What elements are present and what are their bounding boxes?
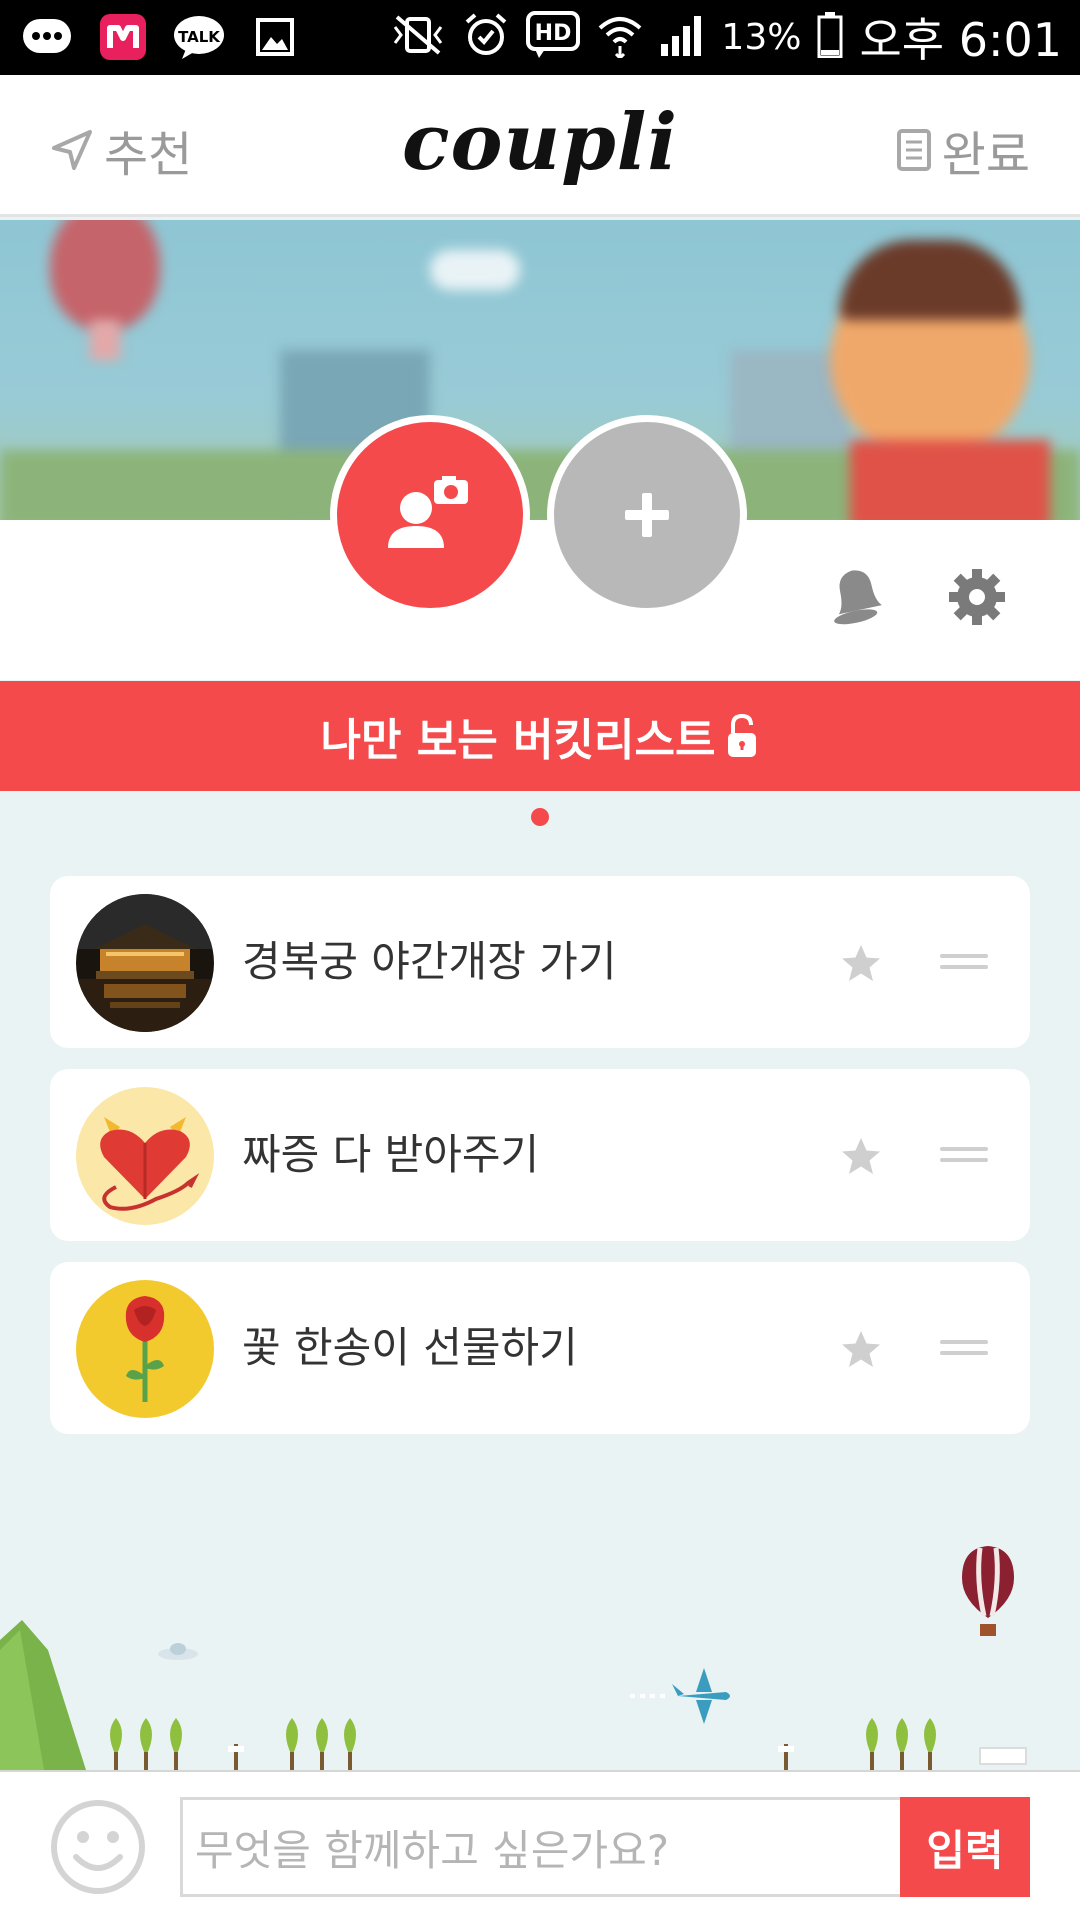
vibrate-mute-icon [389, 13, 447, 61]
star-icon[interactable] [840, 1135, 882, 1177]
app-header: 추천 coupli 완료 [0, 75, 1080, 217]
star-icon[interactable] [840, 942, 882, 984]
more-icon [20, 12, 74, 62]
person-camera-icon [388, 476, 468, 548]
bucket-input-field[interactable]: 무엇을 함께하고 싶은가요? [180, 1797, 900, 1897]
cover-banner[interactable] [0, 220, 1080, 520]
mnet-app-icon [96, 12, 150, 62]
svg-text:TALK: TALK [178, 28, 221, 46]
bucket-item-label: 꽃 한송이 선물하기 [242, 1323, 578, 1372]
bucket-item[interactable]: 짜증 다 받아주기 [50, 1069, 1030, 1241]
input-placeholder: 무엇을 함께하고 싶은가요? [195, 1825, 670, 1875]
bucket-list-bar: 나만 보는 버킷리스트 [0, 681, 1080, 791]
hd-icon: HD [525, 10, 581, 64]
gear-icon [949, 569, 1005, 625]
bucket-item-label: 경복궁 야간개장 가기 [242, 937, 617, 986]
character-shirt [850, 440, 1050, 520]
star-icon[interactable] [840, 1328, 882, 1370]
smiley-icon [51, 1800, 145, 1894]
svg-text:HD: HD [535, 21, 572, 46]
alarm-icon [463, 12, 509, 62]
airplane-icon [630, 1668, 730, 1724]
unlocked-padlock-icon [728, 713, 757, 757]
bucket-item[interactable]: 경복궁 야간개장 가기 [50, 876, 1030, 1048]
notification-button[interactable] [820, 560, 890, 630]
battery-icon [817, 12, 843, 62]
profile-zone [0, 520, 1080, 680]
decorative-scenery [0, 1546, 1027, 1770]
drag-handle[interactable] [940, 1147, 988, 1165]
balloon-basket [90, 320, 120, 360]
bucket-list-title: 나만 보는 버킷리스트 [320, 715, 716, 766]
bell-icon [834, 570, 882, 625]
signal-icon [659, 12, 705, 62]
done-label: 완료 [941, 127, 1030, 183]
input-bar: 무엇을 함께하고 싶은가요? 입력 [0, 1770, 1080, 1920]
my-profile-photo-button[interactable] [330, 415, 530, 615]
document-icon [896, 129, 931, 171]
emoticon-button[interactable] [48, 1797, 148, 1897]
rose-thumbnail [76, 1280, 214, 1418]
balloon-illustration [50, 220, 160, 330]
battery-percentage: 13% [721, 16, 802, 58]
done-button[interactable]: 완료 [896, 115, 1030, 185]
image-icon [248, 12, 302, 62]
bucket-item-label: 짜증 다 받아주기 [242, 1130, 540, 1179]
add-partner-button[interactable] [547, 415, 747, 615]
settings-button[interactable] [942, 562, 1012, 632]
plus-icon [625, 493, 669, 537]
drag-handle[interactable] [940, 1340, 988, 1358]
clock: 오후 6:01 [859, 13, 1062, 67]
status-bar: TALK HD 13% 오후 6:01 [0, 0, 1080, 75]
submit-button[interactable]: 입력 [900, 1797, 1030, 1897]
page-indicator-dot [531, 808, 549, 826]
drag-handle[interactable] [940, 954, 988, 972]
ufo-icon [158, 1643, 198, 1660]
devil-heart-thumbnail [76, 1087, 214, 1225]
hot-air-balloon-icon [962, 1546, 1014, 1636]
palace-night-thumbnail [76, 894, 214, 1032]
wifi-icon [597, 12, 643, 62]
bucket-item[interactable]: 꽃 한송이 선물하기 [50, 1262, 1030, 1434]
kakaotalk-icon: TALK [172, 12, 226, 62]
cloud [430, 250, 520, 290]
character-hair [840, 240, 1020, 320]
tree-group [110, 1718, 936, 1770]
